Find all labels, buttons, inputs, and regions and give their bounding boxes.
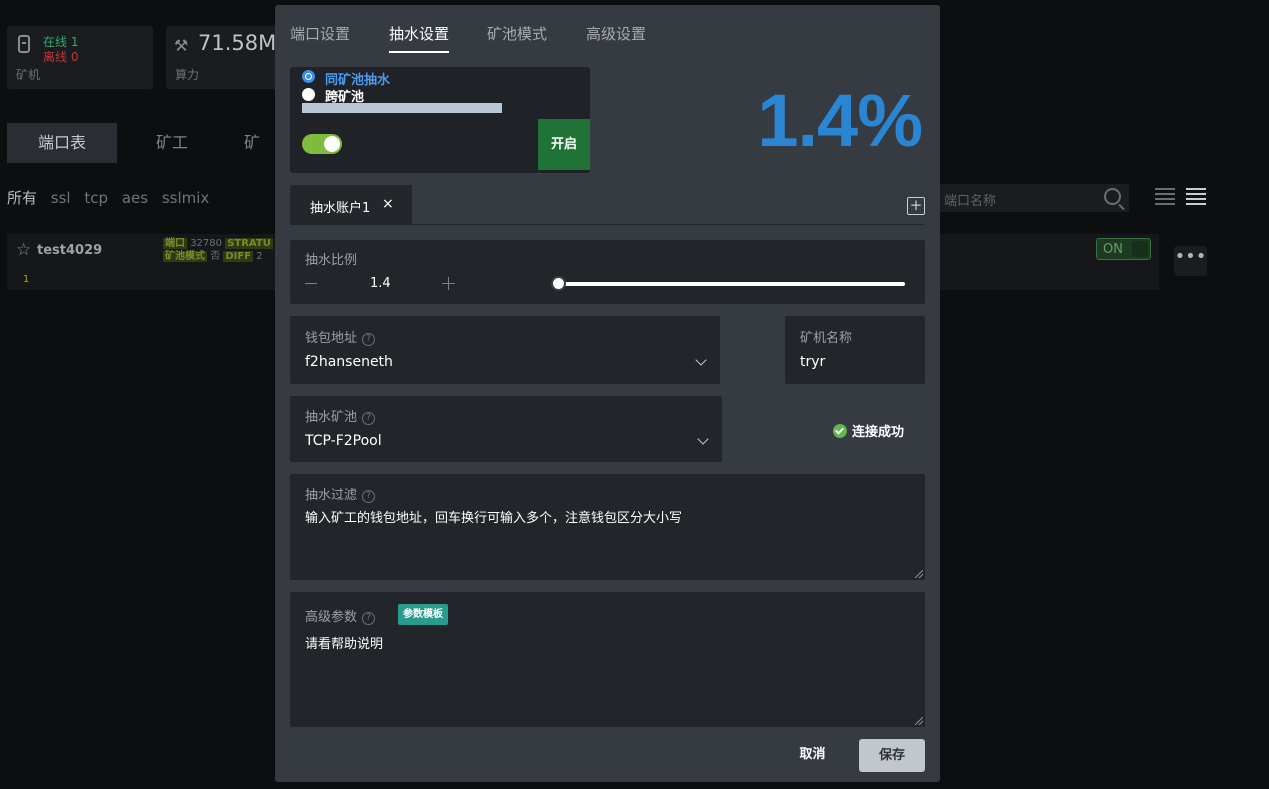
pool-mode-value: 否 [210, 251, 221, 262]
advanced-placeholder[interactable]: 请看帮助说明 [305, 633, 383, 652]
port-name: test4029 [37, 243, 103, 258]
fee-percentage-display: 1.4% [757, 79, 923, 162]
account-tab-1[interactable]: 抽水账户1 × [290, 185, 412, 224]
tab-port-settings[interactable]: 端口设置 [290, 23, 350, 44]
more-options-button[interactable]: ••• [1174, 246, 1207, 276]
advanced-params-textarea[interactable]: 高级参数? 参数模板 请看帮助说明 [290, 592, 925, 727]
row-count-badge: 1 [23, 274, 30, 285]
ratio-value[interactable]: 1.4 [370, 276, 391, 291]
miner-icon [18, 35, 30, 53]
save-button[interactable]: 保存 [859, 739, 925, 772]
miners-label: 矿机 [16, 68, 41, 82]
grid-view-icon[interactable] [1155, 188, 1175, 206]
fee-pool-field[interactable]: 抽水矿池? TCP-F2Pool [290, 396, 722, 462]
tab-advanced-settings[interactable]: 高级设置 [586, 23, 646, 44]
filter-sslmix[interactable]: sslmix [162, 189, 209, 207]
stratum-tag: STRATU [225, 238, 273, 249]
fee-mode-panel: 同矿池抽水 跨矿池 开启 [290, 67, 590, 173]
tab-miners[interactable]: 矿工 [117, 123, 227, 163]
list-view-icon[interactable] [1186, 188, 1206, 206]
search-icon[interactable] [1104, 188, 1121, 205]
close-icon[interactable]: × [382, 196, 394, 212]
search-placeholder: 端口名称 [944, 194, 997, 209]
filter-all[interactable]: 所有 [7, 189, 37, 207]
fee-enable-switch[interactable] [302, 134, 342, 154]
fee-ratio-field: 抽水比例 1.4 [290, 240, 925, 304]
offline-count: 离线 0 [43, 50, 79, 64]
ratio-slider-track[interactable] [558, 282, 905, 286]
pool-label-wrap: 抽水矿池? [305, 406, 376, 425]
diff-value: 2 [256, 251, 263, 262]
fee-settings-modal: 端口设置 抽水设置 矿池模式 高级设置 同矿池抽水 跨矿池 开启 1.4% 抽水… [275, 5, 940, 782]
radio-same-pool[interactable] [302, 70, 315, 83]
port-search[interactable]: 端口名称 [935, 184, 1129, 212]
check-circle-icon [833, 424, 847, 438]
hashrate-card: ⚒ 71.58M 算力 [166, 26, 286, 89]
wallet-address-field[interactable]: 钱包地址? f2hanseneth [290, 316, 720, 384]
increment-button[interactable] [442, 277, 455, 290]
help-icon[interactable]: ? [362, 333, 376, 346]
miner-name-label: 矿机名称 [800, 331, 853, 346]
port-value: 32780 [190, 238, 222, 249]
tab-partial[interactable]: 矿 [227, 123, 277, 163]
filter-ssl[interactable]: ssl [51, 189, 71, 207]
resize-handle[interactable] [915, 717, 923, 725]
ratio-label: 抽水比例 [305, 253, 358, 268]
miner-name-field[interactable]: 矿机名称 tryr [785, 316, 925, 384]
filter-label: 抽水过滤 [305, 488, 358, 503]
help-icon[interactable]: ? [362, 412, 376, 425]
toggle-on-label: ON [1103, 242, 1123, 257]
radio-cross-pool[interactable] [302, 88, 315, 101]
port-on-toggle[interactable]: ON [1096, 238, 1151, 260]
advanced-label: 高级参数 [305, 610, 358, 625]
toggle-knob [1132, 241, 1148, 257]
chevron-down-icon[interactable] [695, 354, 707, 366]
miner-stats-card: 在线 1 离线 0 矿机 [7, 26, 153, 89]
fee-filter-textarea[interactable]: 抽水过滤? 输入矿工的钱包地址，回车换行可输入多个，注意钱包区分大小写 [290, 474, 925, 580]
diff-tag: DIFF [223, 251, 254, 262]
cancel-button[interactable]: 取消 [785, 739, 840, 771]
tab-fee-settings[interactable]: 抽水设置 [389, 23, 450, 53]
param-template-button[interactable]: 参数模板 [398, 604, 448, 625]
filter-tcp[interactable]: tcp [84, 189, 108, 207]
advanced-label-wrap: 高级参数? [305, 606, 376, 625]
account-tab-label: 抽水账户1 [310, 201, 371, 216]
mode-bar [302, 103, 502, 113]
miner-name-value[interactable]: tryr [800, 354, 825, 370]
wallet-label-wrap: 钱包地址? [305, 327, 376, 346]
tab-pool-mode[interactable]: 矿池模式 [487, 23, 547, 44]
port-tag: 端口 [163, 238, 187, 249]
add-account-icon[interactable]: + [907, 197, 925, 215]
tab-port-table[interactable]: 端口表 [7, 123, 117, 163]
resize-handle[interactable] [915, 570, 923, 578]
filter-label-wrap: 抽水过滤? [305, 484, 376, 503]
shovel-icon: ⚒ [174, 36, 189, 55]
wallet-label: 钱包地址 [305, 331, 358, 346]
help-icon[interactable]: ? [362, 490, 376, 503]
pool-value[interactable]: TCP-F2Pool [305, 433, 382, 449]
decrement-button[interactable] [305, 283, 317, 284]
open-button[interactable]: 开启 [538, 119, 590, 170]
filter-placeholder[interactable]: 输入矿工的钱包地址，回车换行可输入多个，注意钱包区分大小写 [305, 507, 682, 526]
wallet-value[interactable]: f2hanseneth [305, 354, 393, 370]
help-icon[interactable]: ? [362, 612, 376, 625]
hashrate-label: 算力 [175, 68, 200, 82]
connection-status-text: 连接成功 [852, 425, 905, 440]
filter-aes[interactable]: aes [122, 189, 148, 207]
ratio-slider-handle[interactable] [551, 276, 566, 291]
pool-label: 抽水矿池 [305, 410, 358, 425]
connection-status: 连接成功 [833, 421, 904, 440]
protocol-filters: 所有 ssl tcp aes sslmix [7, 187, 218, 208]
star-icon[interactable]: ☆ [16, 240, 31, 260]
hashrate-value: 71.58M [198, 31, 277, 55]
port-tags: 端口 32780 STRATU 矿池模式 否 DIFF 2 [163, 237, 273, 263]
tab-divider [290, 224, 925, 225]
pool-mode-tag: 矿池模式 [163, 251, 207, 262]
chevron-down-icon[interactable] [697, 433, 709, 445]
